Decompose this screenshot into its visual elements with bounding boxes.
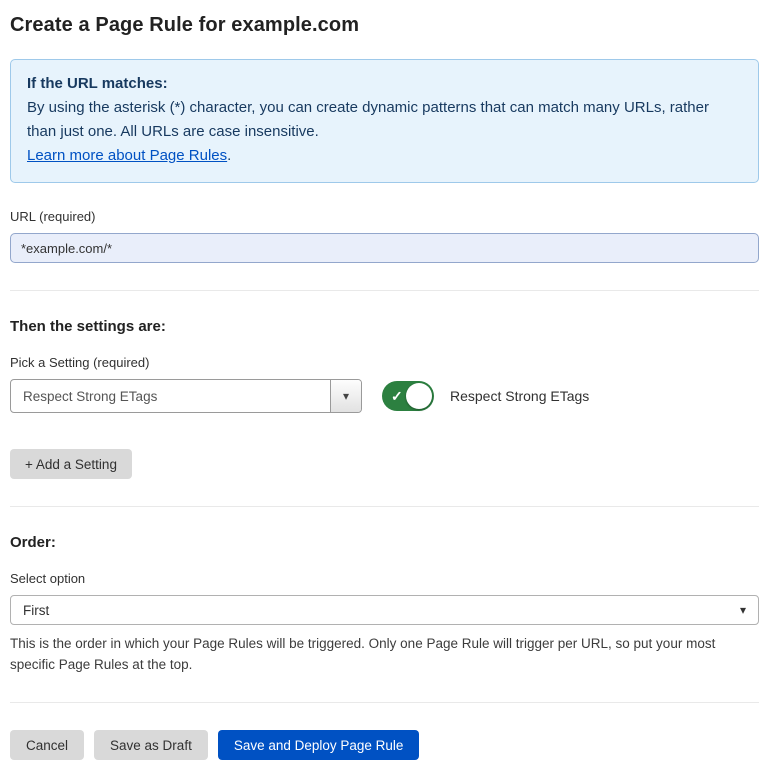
learn-more-link[interactable]: Learn more about Page Rules [27, 147, 227, 164]
setting-select-value: Respect Strong ETags [11, 380, 330, 412]
url-input[interactable] [10, 233, 759, 263]
pick-setting-label: Pick a Setting (required) [10, 355, 759, 370]
url-label: URL (required) [10, 209, 759, 224]
info-box-body: By using the asterisk (*) character, you… [27, 96, 742, 144]
toggle-label: Respect Strong ETags [450, 388, 589, 404]
check-icon: ✓ [391, 388, 403, 405]
divider [10, 290, 759, 291]
url-match-info-box: If the URL matches: By using the asteris… [10, 59, 759, 183]
link-period: . [227, 147, 231, 164]
save-draft-button[interactable]: Save as Draft [94, 730, 208, 760]
add-setting-button[interactable]: + Add a Setting [10, 449, 132, 479]
create-page-rule-panel: Create a Page Rule for example.com If th… [0, 0, 769, 760]
order-select[interactable]: First ▾ [10, 595, 759, 625]
cancel-button[interactable]: Cancel [10, 730, 84, 760]
chevron-down-icon: ▾ [740, 603, 746, 617]
toggle-knob [406, 383, 432, 409]
etags-toggle[interactable]: ✓ [382, 381, 434, 411]
setting-select[interactable]: Respect Strong ETags ▾ [10, 379, 362, 413]
divider [10, 702, 759, 703]
save-deploy-button[interactable]: Save and Deploy Page Rule [218, 730, 420, 760]
page-title: Create a Page Rule for example.com [10, 14, 759, 37]
order-help-text: This is the order in which your Page Rul… [10, 633, 759, 675]
order-label: Select option [10, 571, 759, 586]
order-select-value: First [23, 603, 49, 618]
info-link-row: Learn more about Page Rules. [27, 144, 742, 168]
chevron-down-icon[interactable]: ▾ [330, 380, 361, 412]
footer-actions: Cancel Save as Draft Save and Deploy Pag… [10, 730, 759, 760]
settings-heading: Then the settings are: [10, 318, 759, 335]
setting-row: Respect Strong ETags ▾ ✓ Respect Strong … [10, 379, 759, 413]
info-box-heading: If the URL matches: [27, 72, 742, 96]
divider [10, 506, 759, 507]
order-heading: Order: [10, 534, 759, 551]
